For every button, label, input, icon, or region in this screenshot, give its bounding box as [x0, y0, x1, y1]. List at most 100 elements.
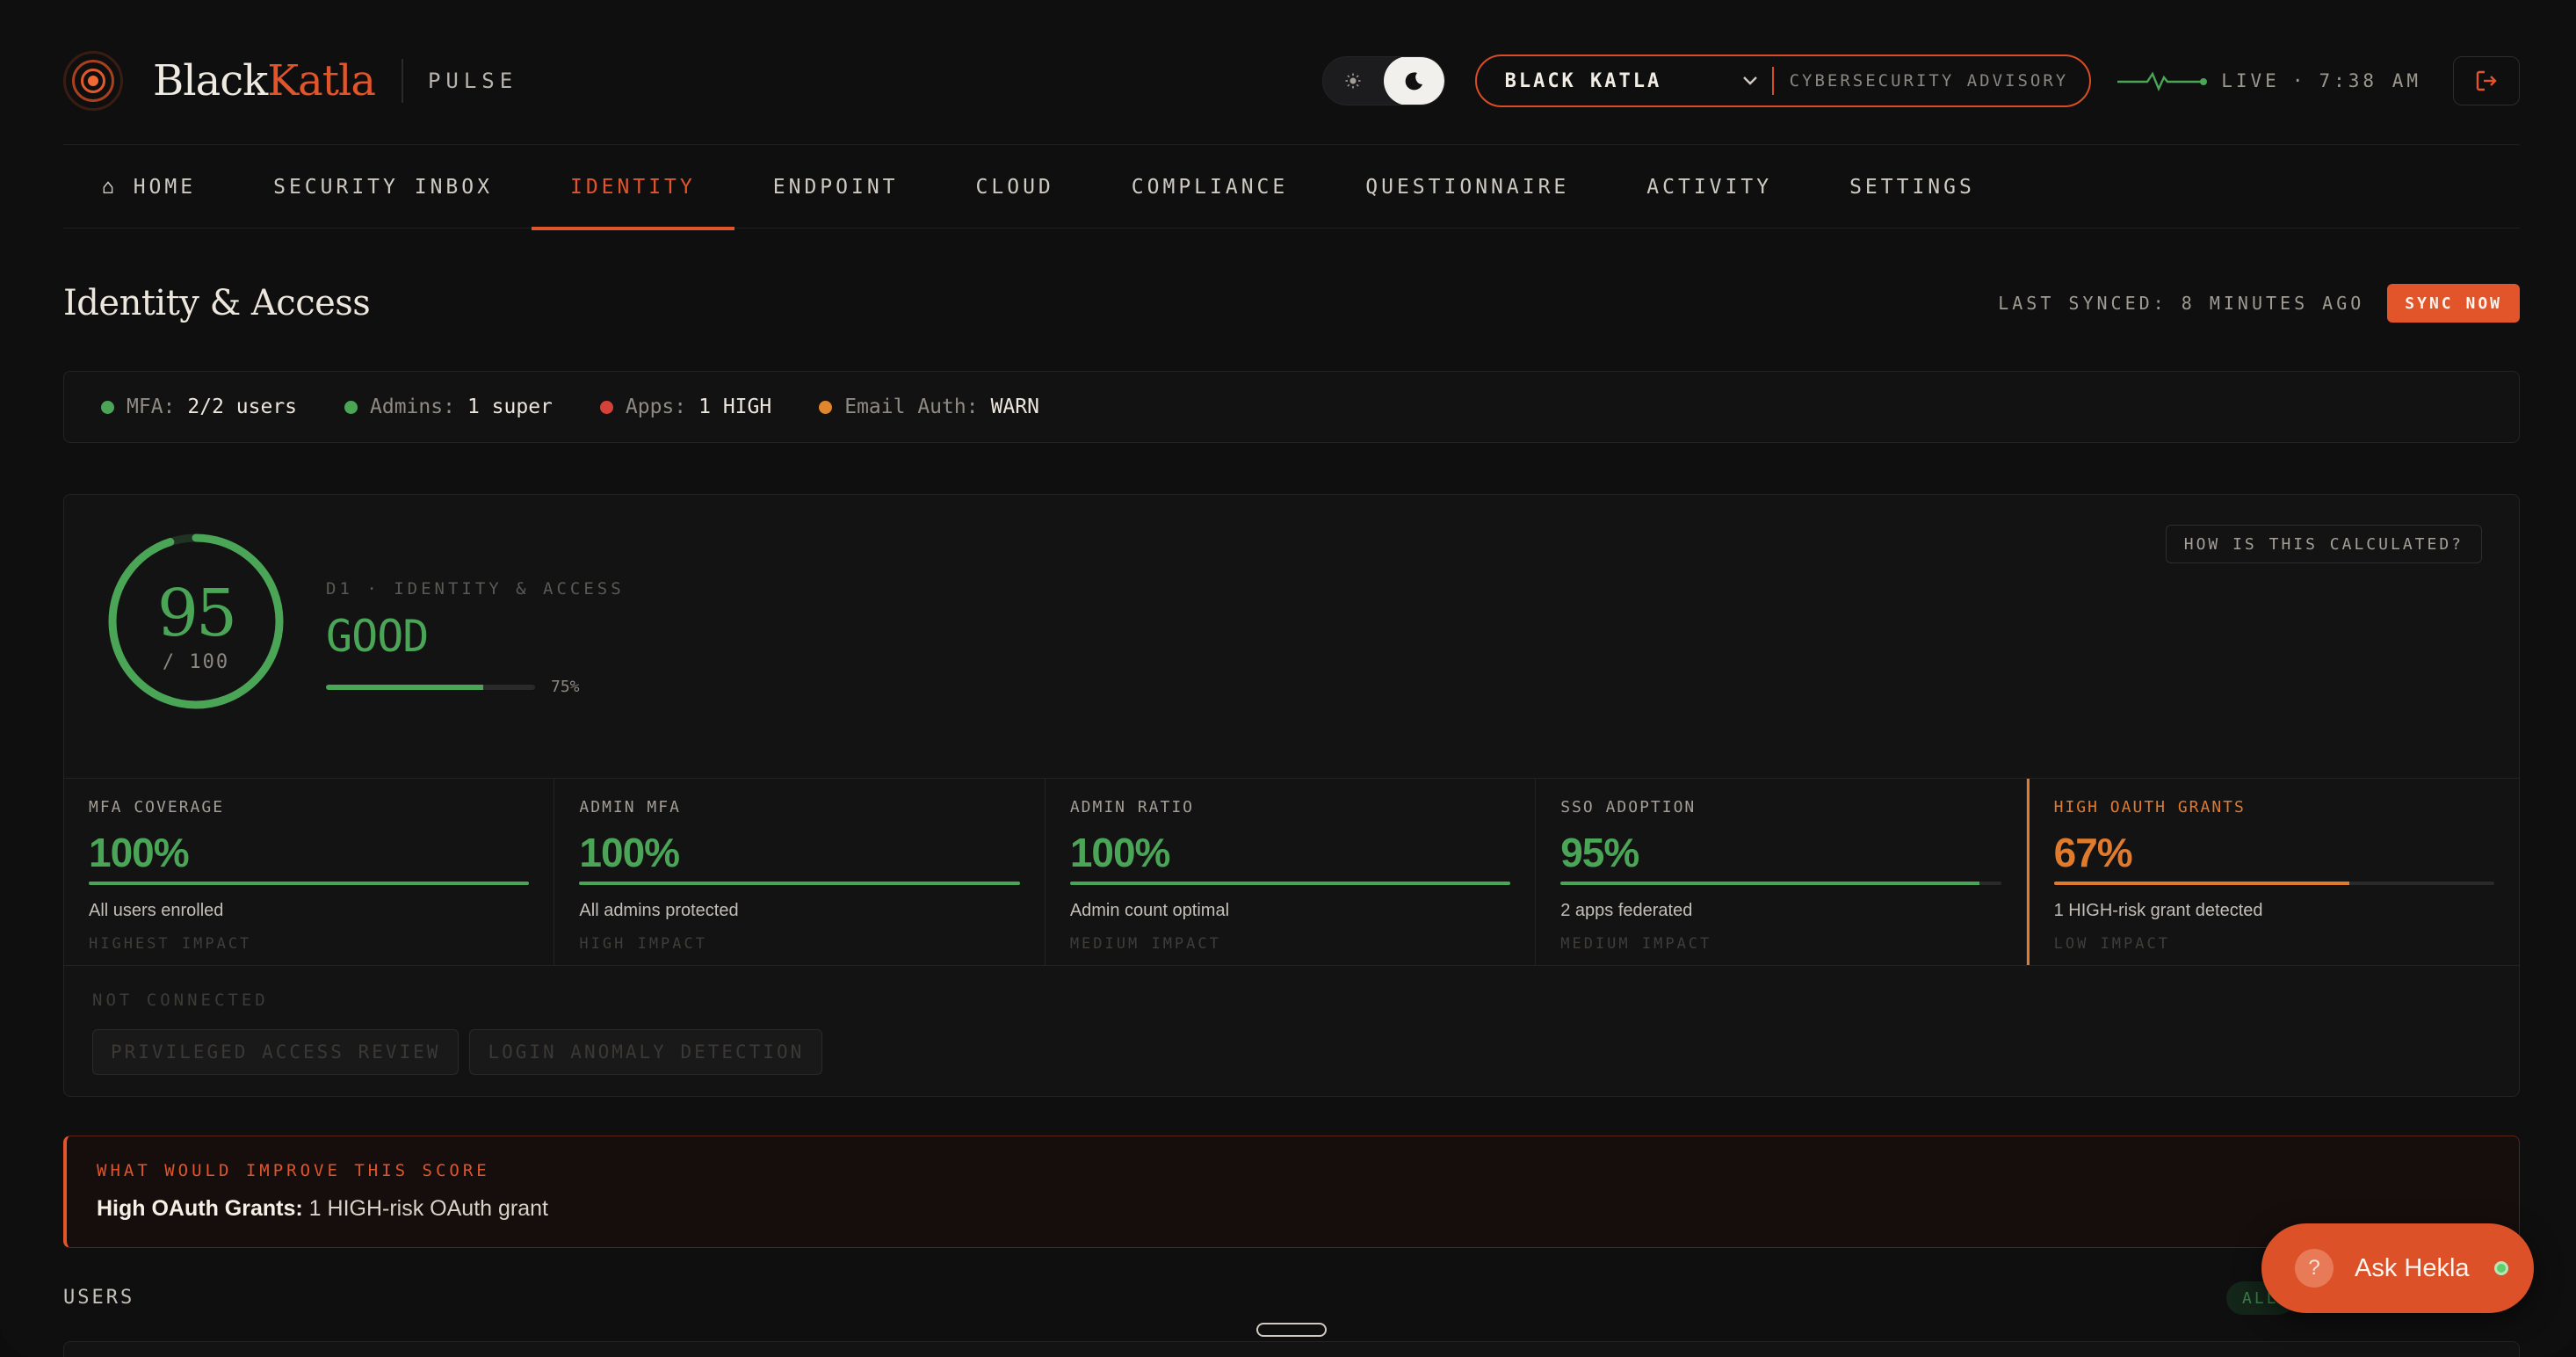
metric-admin-ratio[interactable]: ADMIN RATIO 100% Admin count optimal MED…	[1046, 779, 1537, 965]
status-label: Apps:	[625, 395, 687, 418]
improve-score-callout: WHAT WOULD IMPROVE THIS SCORE High OAuth…	[63, 1136, 2520, 1248]
page-title: Identity & Access	[63, 283, 371, 323]
sync-now-button[interactable]: SYNC NOW	[2387, 284, 2520, 323]
brand-divider	[401, 59, 403, 103]
tab-identity[interactable]: IDENTITY	[531, 145, 734, 230]
org-selector[interactable]: BLACK KATLA CYBERSECURITY ADVISORY	[1474, 54, 2092, 107]
status-value: 1 HIGH	[698, 395, 772, 418]
score-kicker: D1 · IDENTITY & ACCESS	[326, 579, 625, 599]
metric-value: 100%	[1069, 830, 1171, 875]
improve-text: High OAuth Grants: 1 HIGH-risk OAuth gra…	[97, 1196, 2489, 1222]
ask-hekla-label: Ask Hekla	[2355, 1253, 2470, 1282]
product-name: PULSE	[427, 69, 518, 93]
live-separator: ·	[2291, 70, 2307, 91]
org-name: BLACK KATLA	[1504, 69, 1662, 92]
metric-value: 100%	[579, 830, 680, 875]
score-grade: GOOD	[326, 611, 429, 662]
pulse-icon	[2117, 71, 2208, 91]
metric-label: MFA COVERAGE	[89, 798, 225, 816]
metric-bar-fill	[579, 882, 1020, 885]
how-calculated-button[interactable]: HOW IS THIS CALCULATED?	[2165, 525, 2482, 563]
status-email-auth: Email Auth: WARN	[819, 395, 1039, 418]
tab-home[interactable]: ⌂ HOME	[63, 145, 235, 229]
sun-icon[interactable]	[1323, 57, 1384, 105]
users-table	[63, 1341, 2520, 1357]
metric-value: 100%	[89, 830, 190, 875]
improve-detail: 1 HIGH-risk OAuth grant	[302, 1196, 548, 1221]
score-card: 95 / 100 D1 · IDENTITY & ACCESS GOOD 75%…	[63, 494, 2520, 1097]
status-label: Email Auth:	[844, 395, 979, 418]
score-progress-fill	[326, 684, 483, 690]
not-connected-list: PRIVILEGED ACCESS REVIEW LOGIN ANOMALY D…	[92, 1029, 823, 1075]
score-progress-label: 75%	[551, 678, 580, 696]
not-connected-chip[interactable]: PRIVILEGED ACCESS REVIEW	[92, 1029, 459, 1075]
metric-impact: HIGH IMPACT	[579, 935, 707, 953]
tab-cloud[interactable]: CLOUD	[937, 145, 1093, 229]
tab-compliance[interactable]: COMPLIANCE	[1093, 145, 1327, 229]
metric-bar-fill	[1560, 882, 1979, 885]
improve-kicker: WHAT WOULD IMPROVE THIS SCORE	[97, 1161, 490, 1180]
score-meta: D1 · IDENTITY & ACCESS GOOD 75%	[326, 579, 625, 696]
metrics-row: MFA COVERAGE 100% All users enrolled HIG…	[64, 778, 2519, 966]
status-value: 1 super	[467, 395, 553, 418]
metric-label: SSO ADOPTION	[1560, 798, 1697, 816]
logout-button[interactable]	[2453, 56, 2520, 105]
main-nav: ⌂ HOME SECURITY INBOX IDENTITY ENDPOINT …	[63, 144, 2520, 230]
metric-description: 1 HIGH-risk grant detected	[2053, 901, 2263, 920]
logout-icon	[2476, 70, 2497, 91]
metric-description: 2 apps federated	[1560, 901, 1693, 920]
status-mfa: MFA: 2/2 users	[101, 395, 297, 418]
app-window: BlackKatla PULSE BLACK KATLA CYBERSECURI…	[0, 0, 2576, 1357]
live-indicator: LIVE · 7:38 AM	[2117, 70, 2421, 91]
metric-bar	[89, 882, 530, 885]
org-subtitle: CYBERSECURITY ADVISORY	[1789, 71, 2069, 91]
score-progress: 75%	[326, 678, 625, 696]
brand-logo-icon	[63, 51, 123, 111]
moon-icon[interactable]	[1383, 57, 1444, 105]
metric-label: ADMIN MFA	[579, 798, 681, 816]
tab-endpoint[interactable]: ENDPOINT	[734, 145, 937, 229]
brand-name[interactable]: BlackKatla	[153, 56, 376, 105]
score-denominator: / 100	[162, 651, 230, 673]
not-connected-chip[interactable]: LOGIN ANOMALY DETECTION	[469, 1029, 823, 1075]
tab-activity[interactable]: ACTIVITY	[1608, 145, 1811, 229]
status-summary: MFA: 2/2 users Admins: 1 super Apps: 1 H…	[63, 371, 2520, 443]
metric-impact: HIGHEST IMPACT	[89, 935, 252, 953]
score-ring: 95 / 100	[106, 532, 286, 711]
metric-mfa-coverage[interactable]: MFA COVERAGE 100% All users enrolled HIG…	[64, 779, 555, 965]
tab-settings[interactable]: SETTINGS	[1811, 145, 2014, 229]
home-indicator[interactable]	[1256, 1323, 1327, 1337]
theme-toggle[interactable]	[1321, 56, 1445, 105]
metric-description: Admin count optimal	[1069, 901, 1230, 920]
metric-bar	[1069, 882, 1511, 885]
metric-bar-fill	[2053, 882, 2349, 885]
help-icon: ?	[2295, 1249, 2334, 1288]
metric-high-oauth-grants[interactable]: HIGH OAUTH GRANTS 67% 1 HIGH-risk grant …	[2026, 779, 2519, 965]
status-value: 2/2 users	[187, 395, 298, 418]
live-label: LIVE	[2221, 70, 2280, 91]
metric-sso-adoption[interactable]: SSO ADOPTION 95% 2 apps federated MEDIUM…	[1536, 779, 2027, 965]
metric-admin-mfa[interactable]: ADMIN MFA 100% All admins protected HIGH…	[554, 779, 1046, 965]
org-divider	[1771, 67, 1774, 95]
app-header: BlackKatla PULSE BLACK KATLA CYBERSECURI…	[63, 44, 2520, 118]
tab-security-inbox[interactable]: SECURITY INBOX	[235, 145, 532, 229]
metric-bar	[579, 882, 1020, 885]
brand-name-part2: Katla	[267, 56, 376, 105]
status-value: WARN	[990, 395, 1039, 418]
metric-bar-fill	[1069, 882, 1511, 885]
live-time: 7:38 AM	[2319, 70, 2421, 91]
chevron-down-icon	[1742, 72, 1758, 91]
metric-impact: MEDIUM IMPACT	[1069, 935, 1221, 953]
score-value: 95	[156, 576, 237, 651]
metric-value: 67%	[2053, 830, 2133, 875]
metric-label: ADMIN RATIO	[1069, 798, 1195, 816]
metric-impact: MEDIUM IMPACT	[1560, 935, 1712, 953]
status-label: Admins:	[370, 395, 455, 418]
tab-questionnaire[interactable]: QUESTIONNAIRE	[1327, 145, 1608, 229]
status-admins: Admins: 1 super	[344, 395, 553, 418]
metric-label: HIGH OAUTH GRANTS	[2053, 798, 2246, 816]
ask-hekla-button[interactable]: ? Ask Hekla	[2261, 1223, 2534, 1313]
status-dot-icon	[599, 400, 613, 414]
metric-description: All users enrolled	[89, 901, 224, 920]
metric-bar	[2053, 882, 2495, 885]
